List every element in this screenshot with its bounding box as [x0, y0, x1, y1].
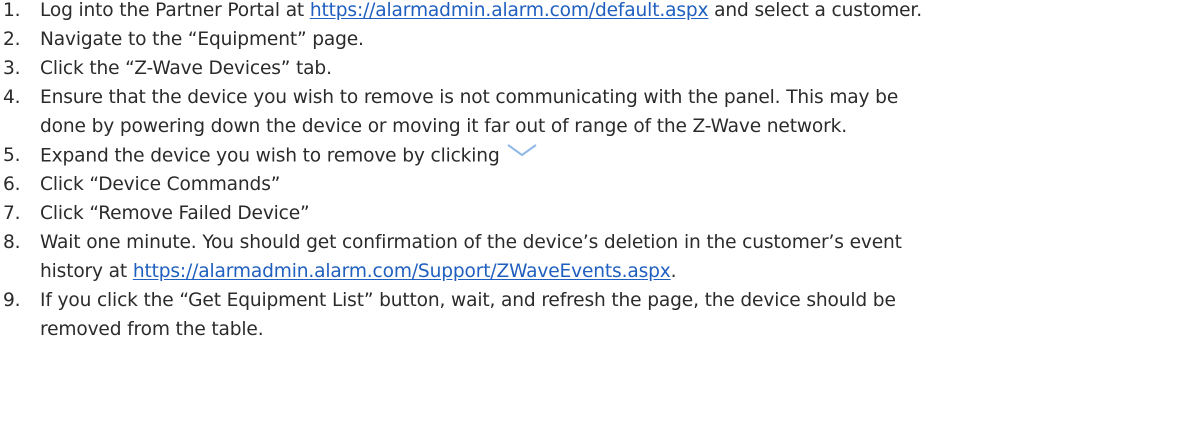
step-text-after: .: [670, 261, 677, 282]
step-number: 9.: [3, 290, 21, 311]
step-text-line-1: Ensure that the device you wish to remov…: [40, 87, 899, 108]
step-number: 7.: [3, 203, 21, 224]
step-number: 6.: [3, 174, 21, 195]
step-number: 1.: [3, 0, 21, 21]
step-number: 5.: [3, 145, 21, 166]
step-text-body: Expand the device you wish to remove by …: [40, 145, 500, 167]
instruction-document: 1. Log into the Partner Portal at https:…: [0, 0, 1199, 436]
step-text: Click the “Z-Wave Devices” tab.: [40, 58, 332, 79]
step-text-line-2: removed from the table.: [40, 319, 264, 340]
step-text: Log into the Partner Portal at https://a…: [40, 0, 922, 22]
chevron-down-icon: [506, 141, 538, 163]
step-number: 3.: [3, 58, 21, 79]
step-text: Click “Remove Failed Device”: [40, 203, 310, 224]
step-text-line-2: done by powering down the device or movi…: [40, 116, 848, 137]
step-number: 4.: [3, 87, 21, 108]
step-text-before: history at: [40, 261, 133, 282]
step-text: Click “Device Commands”: [40, 174, 281, 195]
step-text-before: Log into the Partner Portal at: [40, 0, 310, 21]
zwave-events-link[interactable]: https://alarmadmin.alarm.com/Support/ZWa…: [133, 261, 671, 282]
step-number: 8.: [3, 232, 21, 253]
step-number: 2.: [3, 29, 21, 50]
step-text: Navigate to the “Equipment” page.: [40, 29, 364, 50]
step-text-line-1: Wait one minute. You should get confirma…: [40, 232, 902, 253]
step-text: Expand the device you wish to remove by …: [40, 144, 538, 168]
step-text-after: and select a customer.: [708, 0, 922, 21]
partner-portal-link[interactable]: https://alarmadmin.alarm.com/default.asp…: [310, 0, 709, 21]
step-text-line-1: If you click the “Get Equipment List” bu…: [40, 290, 896, 311]
step-text-line-2: history at https://alarmadmin.alarm.com/…: [40, 261, 677, 283]
